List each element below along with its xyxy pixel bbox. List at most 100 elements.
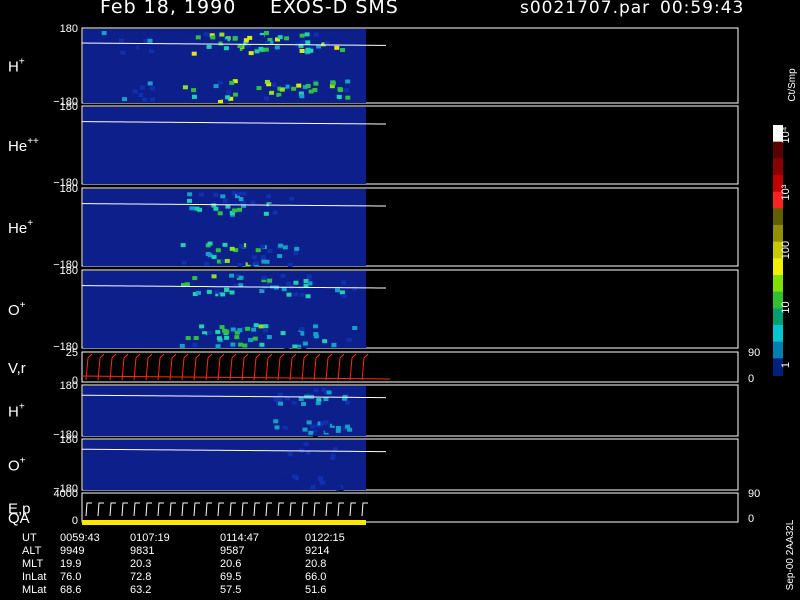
spectrogram-cell [139, 85, 145, 90]
spectrogram-cell [213, 84, 219, 89]
spectrogram-cell [264, 31, 270, 36]
spectrogram-cell [320, 421, 326, 426]
spectrogram-cell [225, 95, 231, 100]
spectrogram-cell [324, 428, 330, 433]
footer-value: 72.8 [130, 571, 151, 583]
spectrogram-cell [302, 341, 308, 346]
spectrogram-cell [331, 343, 337, 348]
spectrogram-cell [211, 255, 217, 260]
spectrogram-cell [292, 344, 298, 349]
spectrogram-cell [285, 446, 291, 451]
spectrogram-cell [185, 336, 191, 341]
spectrogram-cell [310, 451, 316, 456]
spectrogram-cell [215, 248, 221, 253]
spectrogram-cell [187, 192, 193, 197]
spectrogram-cell [262, 285, 268, 290]
spectrogram-cell [260, 244, 266, 249]
colorbar-segment [773, 208, 783, 226]
panel-ymax-label: 180 [60, 23, 78, 35]
spectrogram-cell [280, 476, 286, 481]
colorbar-segment [773, 341, 783, 360]
spectrogram-cell [237, 191, 243, 196]
spectrogram-cell [192, 342, 198, 347]
spectrogram-cell [241, 191, 247, 196]
spectrogram-cell [292, 210, 298, 215]
spectrogram-cell [191, 51, 197, 56]
spectrogram-cell [313, 324, 319, 329]
spectrogram-cell [191, 94, 197, 99]
spectrogram-cell [305, 40, 311, 45]
spectrogram-cell [327, 35, 333, 40]
spectrogram-cell [279, 429, 285, 434]
spectrogram-cell [274, 425, 280, 430]
spectrogram-cell [280, 83, 286, 88]
spectrogram-cell [299, 94, 305, 99]
spectrogram-cell [154, 44, 160, 49]
spectrogram-cell [330, 277, 336, 282]
spectrogram-cell [122, 97, 128, 102]
spectrogram-cell [213, 206, 219, 211]
spectrogram-cell [219, 32, 225, 37]
colorbar-tick-label: 10³ [780, 184, 792, 200]
spectrogram-cell [234, 47, 240, 52]
spectrogram-cell [337, 449, 343, 454]
spectrogram-cell [320, 480, 326, 485]
spectrogram-cell [338, 88, 344, 93]
spectrogram-cell [142, 97, 148, 102]
spectrogram-cell [149, 86, 155, 91]
spectrogram-cell [252, 336, 258, 341]
spectrogram-cell [129, 37, 135, 42]
spectrogram-cell [120, 50, 126, 55]
spectrogram-cell [294, 246, 300, 251]
spectrogram-cell [230, 342, 236, 347]
spectrogram-cell [311, 443, 317, 448]
spectrogram-cell [259, 289, 265, 294]
spectrogram-cell [235, 287, 241, 292]
spectrogram-cell [211, 274, 217, 279]
colorbar-tick-label: 10 [780, 301, 792, 313]
spectrogram-cell [330, 81, 336, 86]
spectrogram-cell [99, 43, 105, 48]
spectrogram-cell [183, 253, 189, 258]
spectrogram-cell [234, 335, 240, 340]
spectrogram-cell [206, 330, 212, 335]
colorbar-tick-label: 10⁴ [780, 126, 792, 143]
spectrogram-cell [272, 210, 278, 215]
spectrogram-cell [195, 35, 201, 40]
panel-ymax-label: 25 [66, 347, 78, 359]
spectrogram-cell [186, 246, 192, 251]
panel-frame [81, 492, 739, 523]
spectrogram-cell [183, 325, 189, 330]
panel-ymax-label: 180 [60, 101, 78, 113]
spectrogram-cell [284, 344, 290, 349]
spectrogram-cell [269, 90, 275, 95]
spectrogram-cell [278, 401, 284, 406]
spectrogram-cell [271, 82, 277, 87]
panel-frame [81, 351, 739, 383]
footer-value: 9587 [220, 545, 244, 557]
footer-value: 51.6 [305, 584, 326, 596]
spectrogram-cell [285, 478, 291, 483]
spectrogram-cell [305, 47, 311, 52]
spectrogram-cell [313, 332, 319, 337]
spectrogram-cell [206, 289, 212, 294]
spectrogram-cell [264, 259, 270, 264]
spectrogram-cell [286, 292, 292, 297]
spectrogram-cell [351, 51, 357, 56]
spectrogram-cell [299, 33, 305, 38]
panel-species-label: H+ [8, 402, 25, 421]
spectrogram-cell [312, 87, 318, 92]
footer-value: 20.8 [305, 558, 326, 570]
spectrogram-cell [248, 338, 254, 343]
spectrogram-cell [263, 324, 269, 329]
footer-row-label: UT [22, 532, 37, 544]
spectrogram-cell [139, 45, 145, 50]
spectrogram-cell [266, 335, 272, 340]
spectrogram-cell [263, 47, 269, 52]
spectrogram-cell [342, 294, 348, 299]
spectrogram-cell [346, 337, 352, 342]
spectrogram-cell [224, 287, 230, 292]
spectrogram-cell [277, 254, 283, 259]
panel-ymin-label: 0 [72, 515, 78, 527]
spectrogram-cell [251, 255, 257, 260]
